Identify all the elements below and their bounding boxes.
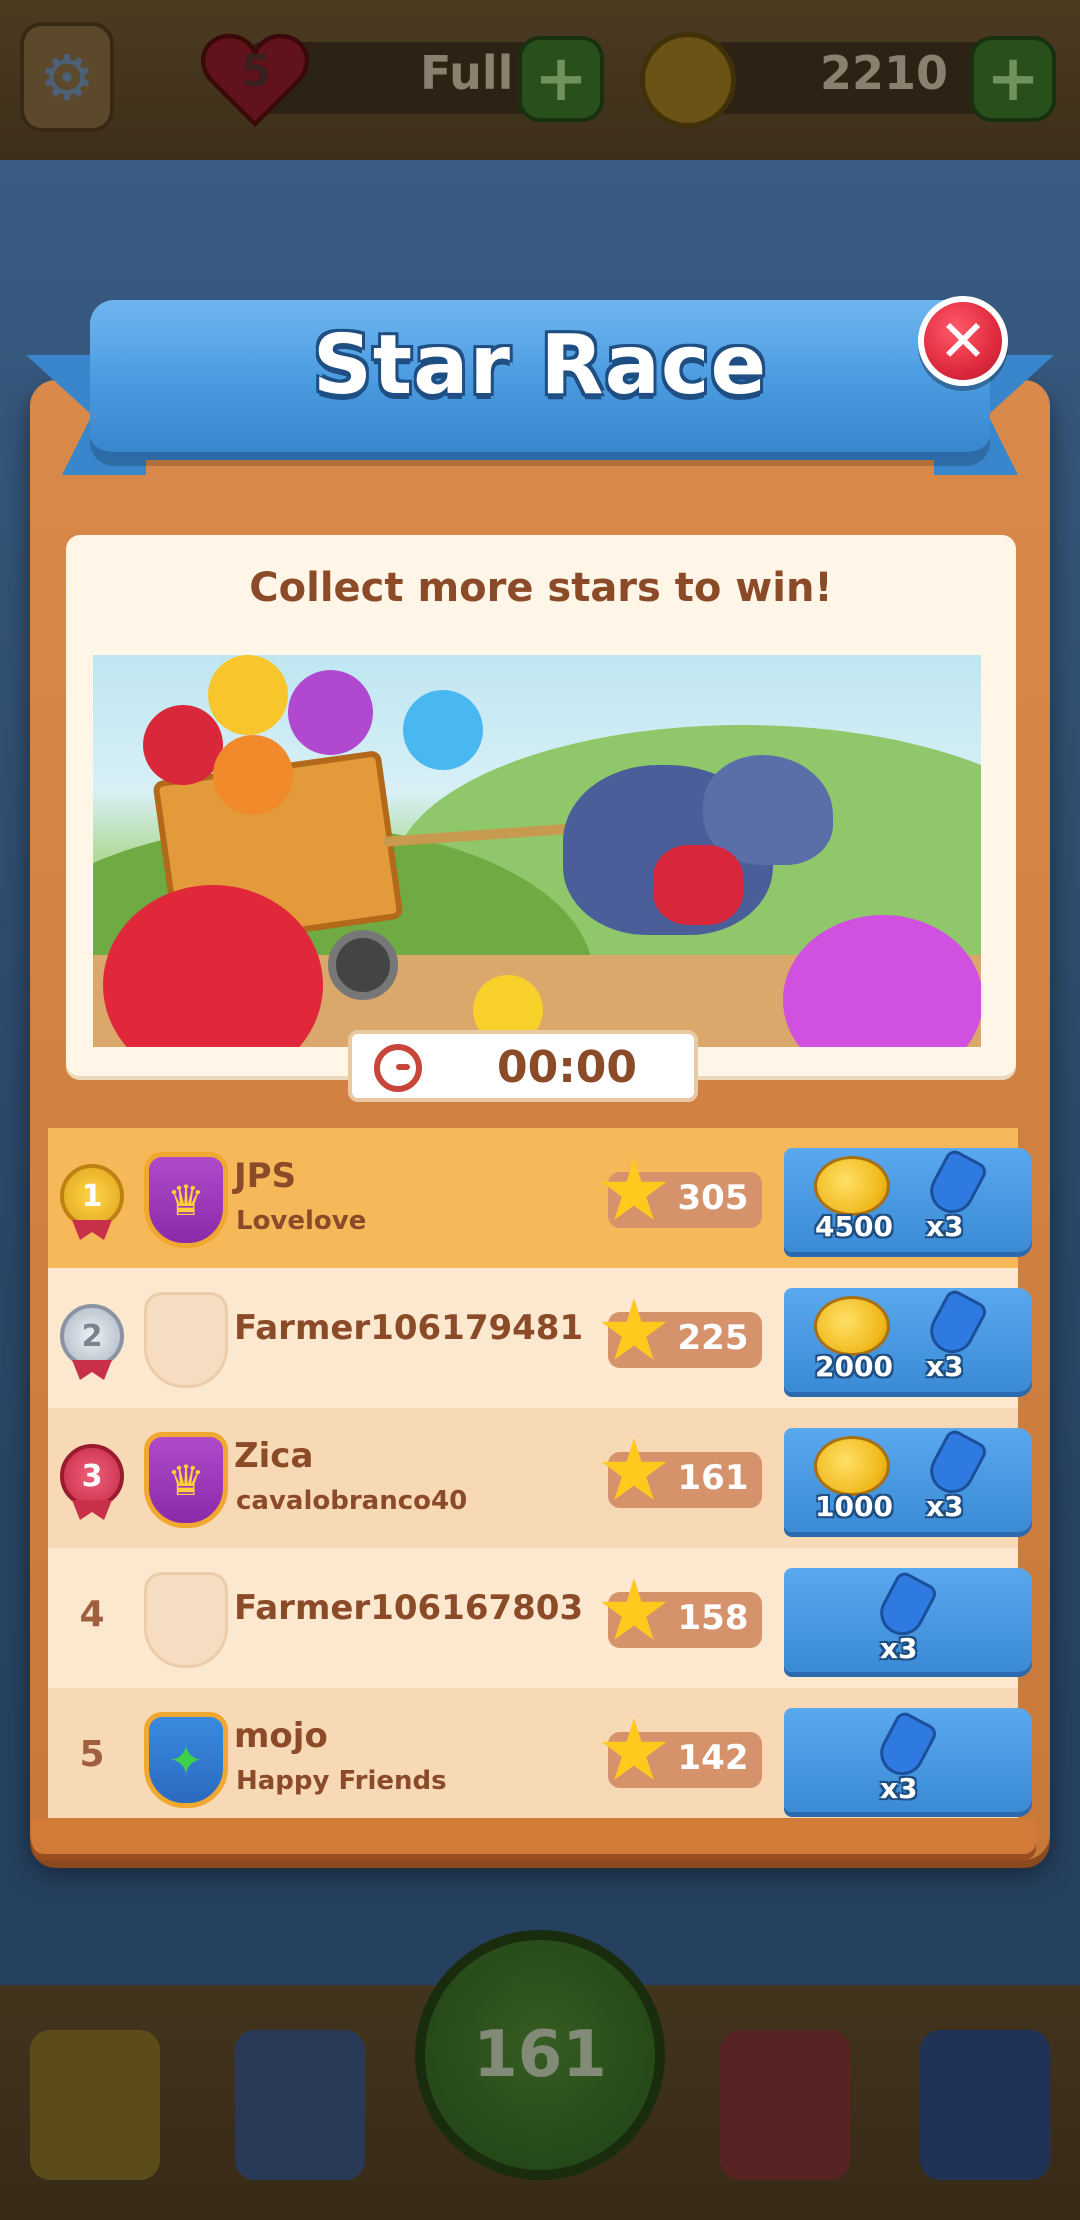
cherry-character (143, 705, 223, 785)
shop-icon[interactable] (720, 2030, 850, 2180)
rank-number: 1 (81, 1178, 103, 1214)
timer: 00:00 (348, 1030, 698, 1102)
team-icon[interactable] (235, 2030, 365, 2180)
clock-icon (374, 1044, 422, 1092)
add-coins-button[interactable]: + (970, 36, 1056, 122)
leaderboard-row-5[interactable]: 5 ✦ mojo Happy Friends 142 x3 (48, 1688, 1032, 1828)
leaderboard-row-1[interactable]: 1 ♛ JPS Lovelove 305 4500 x3 (48, 1128, 1032, 1268)
rank-number: 2 (81, 1318, 103, 1354)
paw-coin-icon (814, 1436, 890, 1496)
silver-medal-icon: 2 (60, 1304, 124, 1368)
medal-ribbon (72, 1500, 112, 1520)
shovel-multiplier: x3 (880, 1772, 918, 1805)
medal-ribbon (72, 1220, 112, 1240)
coin-reward-amount: 4500 (815, 1210, 893, 1243)
player-name: Zica (234, 1436, 314, 1476)
coin-count: 2210 (820, 46, 949, 100)
timer-value: 00:00 (496, 1042, 638, 1093)
gear-icon: ⚙ (39, 40, 95, 114)
team-badge-icon: ✦ (144, 1712, 228, 1808)
wheel (328, 930, 398, 1000)
leaderboard-row-2[interactable]: 2 Farmer106179481 225 2000 x3 (48, 1268, 1032, 1408)
paw-coin-icon (640, 32, 736, 128)
rank-number: 3 (81, 1458, 103, 1494)
reward-panel[interactable]: x3 (784, 1708, 1032, 1812)
race-illustration (93, 655, 981, 1047)
level-number: 161 (473, 2018, 607, 2092)
player-name: mojo (234, 1716, 328, 1756)
reward-panel[interactable]: 1000 x3 (784, 1427, 1032, 1532)
reward-panel[interactable]: 2000 x3 (784, 1287, 1032, 1392)
bronze-medal-icon: 3 (60, 1444, 124, 1508)
star-count: 305 (677, 1178, 749, 1218)
water-drop-character (403, 690, 483, 770)
shovel-multiplier: x3 (926, 1210, 964, 1243)
carrot-character (213, 735, 293, 815)
coin-reward-amount: 2000 (815, 1350, 893, 1383)
crown-icon: ♛ (144, 1432, 228, 1528)
crown-icon: ♛ (144, 1152, 228, 1248)
close-icon: ✕ (938, 307, 988, 375)
player-name: JPS (234, 1156, 297, 1196)
fox-scarf (653, 845, 743, 925)
empty-badge-icon (144, 1572, 228, 1668)
player-name: Farmer106167803 (234, 1588, 584, 1628)
settings-button[interactable]: ⚙ (20, 22, 114, 132)
star-count: 142 (677, 1738, 749, 1778)
paw-coin-icon (814, 1156, 890, 1216)
medal-ribbon (72, 1360, 112, 1380)
star-count: 225 (677, 1318, 749, 1358)
play-level-button[interactable]: 161 (415, 1930, 665, 2180)
reward-panel[interactable]: x3 (784, 1568, 1032, 1672)
shovel-multiplier: x3 (926, 1490, 964, 1523)
panel-bottom-edge (32, 1818, 1036, 1854)
subtitle: Collect more stars to win! (249, 565, 833, 611)
add-lives-button[interactable]: + (518, 36, 604, 122)
paw-coin-icon (814, 1296, 890, 1356)
team-name: Happy Friends (236, 1766, 447, 1796)
leaderboard-row-3[interactable]: 3 ♛ Zica cavalobranco40 161 1000 x3 (48, 1408, 1032, 1548)
player-name: Farmer106179481 (234, 1308, 584, 1348)
reward-panel[interactable]: 4500 x3 (784, 1147, 1032, 1252)
page-title: Star Race (312, 318, 768, 413)
team-name: Lovelove (236, 1206, 367, 1236)
trophy-icon[interactable] (30, 2030, 160, 2180)
lives-count: 5 (240, 46, 272, 97)
gold-medal-icon: 1 (60, 1164, 124, 1228)
eggplant-character (288, 670, 373, 755)
plus-icon: + (534, 42, 588, 116)
plus-icon: + (986, 42, 1040, 116)
lemon-character (208, 655, 288, 735)
coin-reward-amount: 1000 (815, 1490, 893, 1523)
shovel-multiplier: x3 (926, 1350, 964, 1383)
shovel-multiplier: x3 (880, 1632, 918, 1665)
star-count: 161 (677, 1458, 749, 1498)
leaderboard-row-4[interactable]: 4 Farmer106167803 158 x3 (48, 1548, 1032, 1688)
lives-status: Full (420, 46, 514, 100)
close-button[interactable]: ✕ (918, 296, 1008, 386)
star-count: 158 (677, 1598, 749, 1638)
album-icon[interactable] (920, 2030, 1050, 2180)
team-name: cavalobranco40 (236, 1486, 468, 1516)
empty-badge-icon (144, 1292, 228, 1388)
rank-number: 5 (79, 1734, 105, 1775)
rank-number: 4 (79, 1594, 105, 1635)
